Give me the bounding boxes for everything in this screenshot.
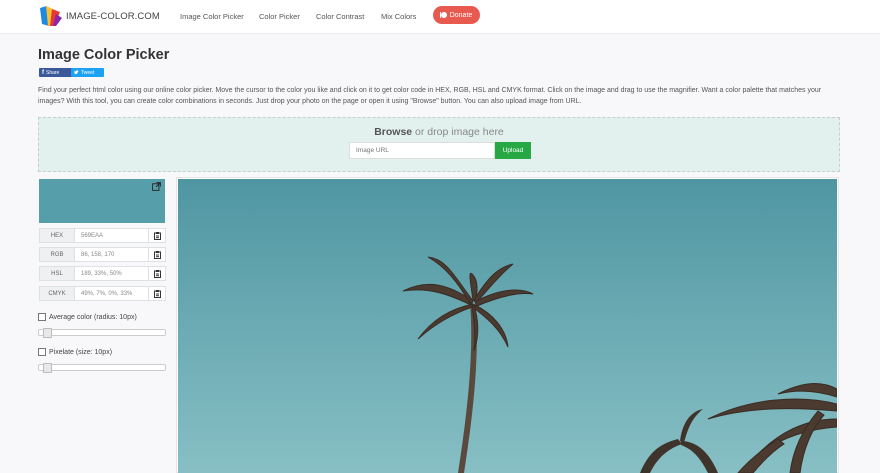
image-dropzone[interactable]: Browse or drop image here Upload xyxy=(38,117,840,172)
clipboard-icon xyxy=(153,231,161,240)
upload-button[interactable]: Upload xyxy=(495,142,531,159)
cmyk-label: CMYK xyxy=(39,286,75,301)
patreon-icon xyxy=(439,12,447,18)
external-link-icon[interactable] xyxy=(152,182,161,191)
cmyk-row: CMYK 49%, 7%, 0%, 33% xyxy=(39,286,166,301)
rgb-row: RGB 86, 158, 170 xyxy=(39,247,166,262)
hsl-row: HSL 189, 33%, 50% xyxy=(39,266,166,281)
nav-color-contrast[interactable]: Color Contrast xyxy=(316,12,364,21)
donate-button[interactable]: Donate xyxy=(433,6,480,24)
rgb-value[interactable]: 86, 158, 170 xyxy=(75,247,149,262)
dropzone-text: Browse or drop image here xyxy=(39,126,839,138)
hex-value[interactable]: 569EAA xyxy=(75,228,149,243)
brand-name[interactable]: IMAGE-COLOR.COM xyxy=(66,11,160,22)
copy-cmyk-button[interactable] xyxy=(149,286,166,301)
color-swatch xyxy=(39,179,165,223)
average-color-label: Average color (radius: 10px) xyxy=(49,313,137,321)
facebook-share-label: Share xyxy=(46,69,60,76)
nav-mix-colors[interactable]: Mix Colors xyxy=(381,12,416,21)
copy-hex-button[interactable] xyxy=(149,228,166,243)
slider-thumb[interactable] xyxy=(43,328,52,338)
pixelate-option[interactable]: Pixelate (size: 10px) xyxy=(38,348,112,356)
copy-rgb-button[interactable] xyxy=(149,247,166,262)
top-navbar: IMAGE-COLOR.COM Image Color Picker Color… xyxy=(0,0,880,34)
facebook-share-button[interactable]: f Share xyxy=(39,68,74,77)
average-radius-slider[interactable] xyxy=(38,328,166,338)
page-title: Image Color Picker xyxy=(38,47,170,63)
browse-link[interactable]: Browse xyxy=(374,126,412,138)
facebook-icon: f xyxy=(42,69,44,76)
cmyk-value[interactable]: 49%, 7%, 0%, 33% xyxy=(75,286,149,301)
image-url-input[interactable] xyxy=(349,142,495,159)
donate-label: Donate xyxy=(449,11,473,19)
copy-hsl-button[interactable] xyxy=(149,266,166,281)
pixelate-size-slider[interactable] xyxy=(38,363,166,373)
hsl-label: HSL xyxy=(39,266,75,281)
hsl-value[interactable]: 189, 33%, 50% xyxy=(75,266,149,281)
hex-row: HEX 569EAA xyxy=(39,228,166,243)
average-color-option[interactable]: Average color (radius: 10px) xyxy=(38,313,137,321)
rgb-label: RGB xyxy=(39,247,75,262)
twitter-share-label: Tweet xyxy=(81,69,95,76)
hex-label: HEX xyxy=(39,228,75,243)
twitter-share-button[interactable]: Tweet xyxy=(71,68,104,77)
page-description: Find your perfect html color using our o… xyxy=(38,87,822,105)
nav-image-color-picker[interactable]: Image Color Picker xyxy=(180,12,244,21)
logo-icon[interactable] xyxy=(40,6,62,26)
dropzone-hint: or drop image here xyxy=(412,126,504,138)
clipboard-icon xyxy=(153,250,161,259)
image-canvas[interactable] xyxy=(178,179,837,473)
nav-color-picker[interactable]: Color Picker xyxy=(259,12,300,21)
clipboard-icon xyxy=(153,269,161,278)
twitter-icon xyxy=(74,70,79,75)
average-color-checkbox[interactable] xyxy=(38,313,46,321)
clipboard-icon xyxy=(153,289,161,298)
slider-thumb[interactable] xyxy=(43,363,52,373)
pixelate-checkbox[interactable] xyxy=(38,348,46,356)
pixelate-label: Pixelate (size: 10px) xyxy=(49,348,113,356)
